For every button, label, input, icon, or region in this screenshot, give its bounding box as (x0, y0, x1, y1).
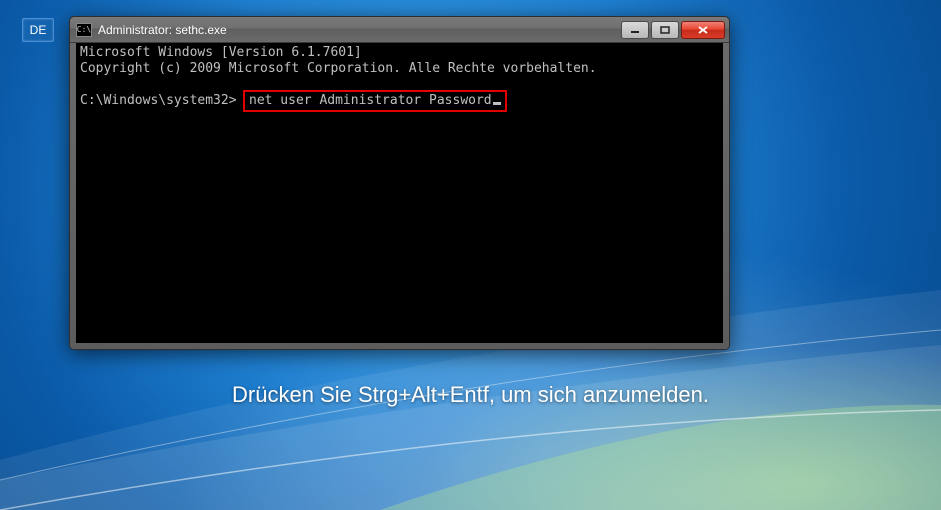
maximize-icon (660, 26, 670, 34)
window-frame: Microsoft Windows [Version 6.1.7601] Cop… (70, 43, 729, 349)
minimize-button[interactable] (621, 21, 649, 39)
terminal-output[interactable]: Microsoft Windows [Version 6.1.7601] Cop… (76, 43, 723, 343)
minimize-icon (630, 26, 640, 34)
highlighted-command-box: net user Administrator Password (243, 90, 507, 112)
terminal-line: Microsoft Windows [Version 6.1.7601] (80, 45, 362, 60)
command-prompt-window[interactable]: C:\ Administrator: sethc.exe Microsoft W (69, 16, 730, 350)
terminal-command: net user Administrator Password (249, 93, 492, 108)
window-control-buttons (621, 21, 725, 39)
maximize-button[interactable] (651, 21, 679, 39)
close-button[interactable] (681, 21, 725, 39)
close-icon (697, 25, 709, 35)
terminal-line: Copyright (c) 2009 Microsoft Corporation… (80, 61, 597, 76)
window-title: Administrator: sethc.exe (98, 23, 621, 37)
window-titlebar[interactable]: C:\ Administrator: sethc.exe (70, 17, 729, 43)
language-indicator[interactable]: DE (22, 18, 54, 42)
text-caret (493, 102, 501, 105)
desktop-background: DE Drücken Sie Strg+Alt+Entf, um sich an… (0, 0, 941, 510)
login-instruction-text: Drücken Sie Strg+Alt+Entf, um sich anzum… (0, 382, 941, 408)
cmd-icon: C:\ (76, 23, 92, 37)
terminal-prompt: C:\Windows\system32> (80, 93, 237, 108)
